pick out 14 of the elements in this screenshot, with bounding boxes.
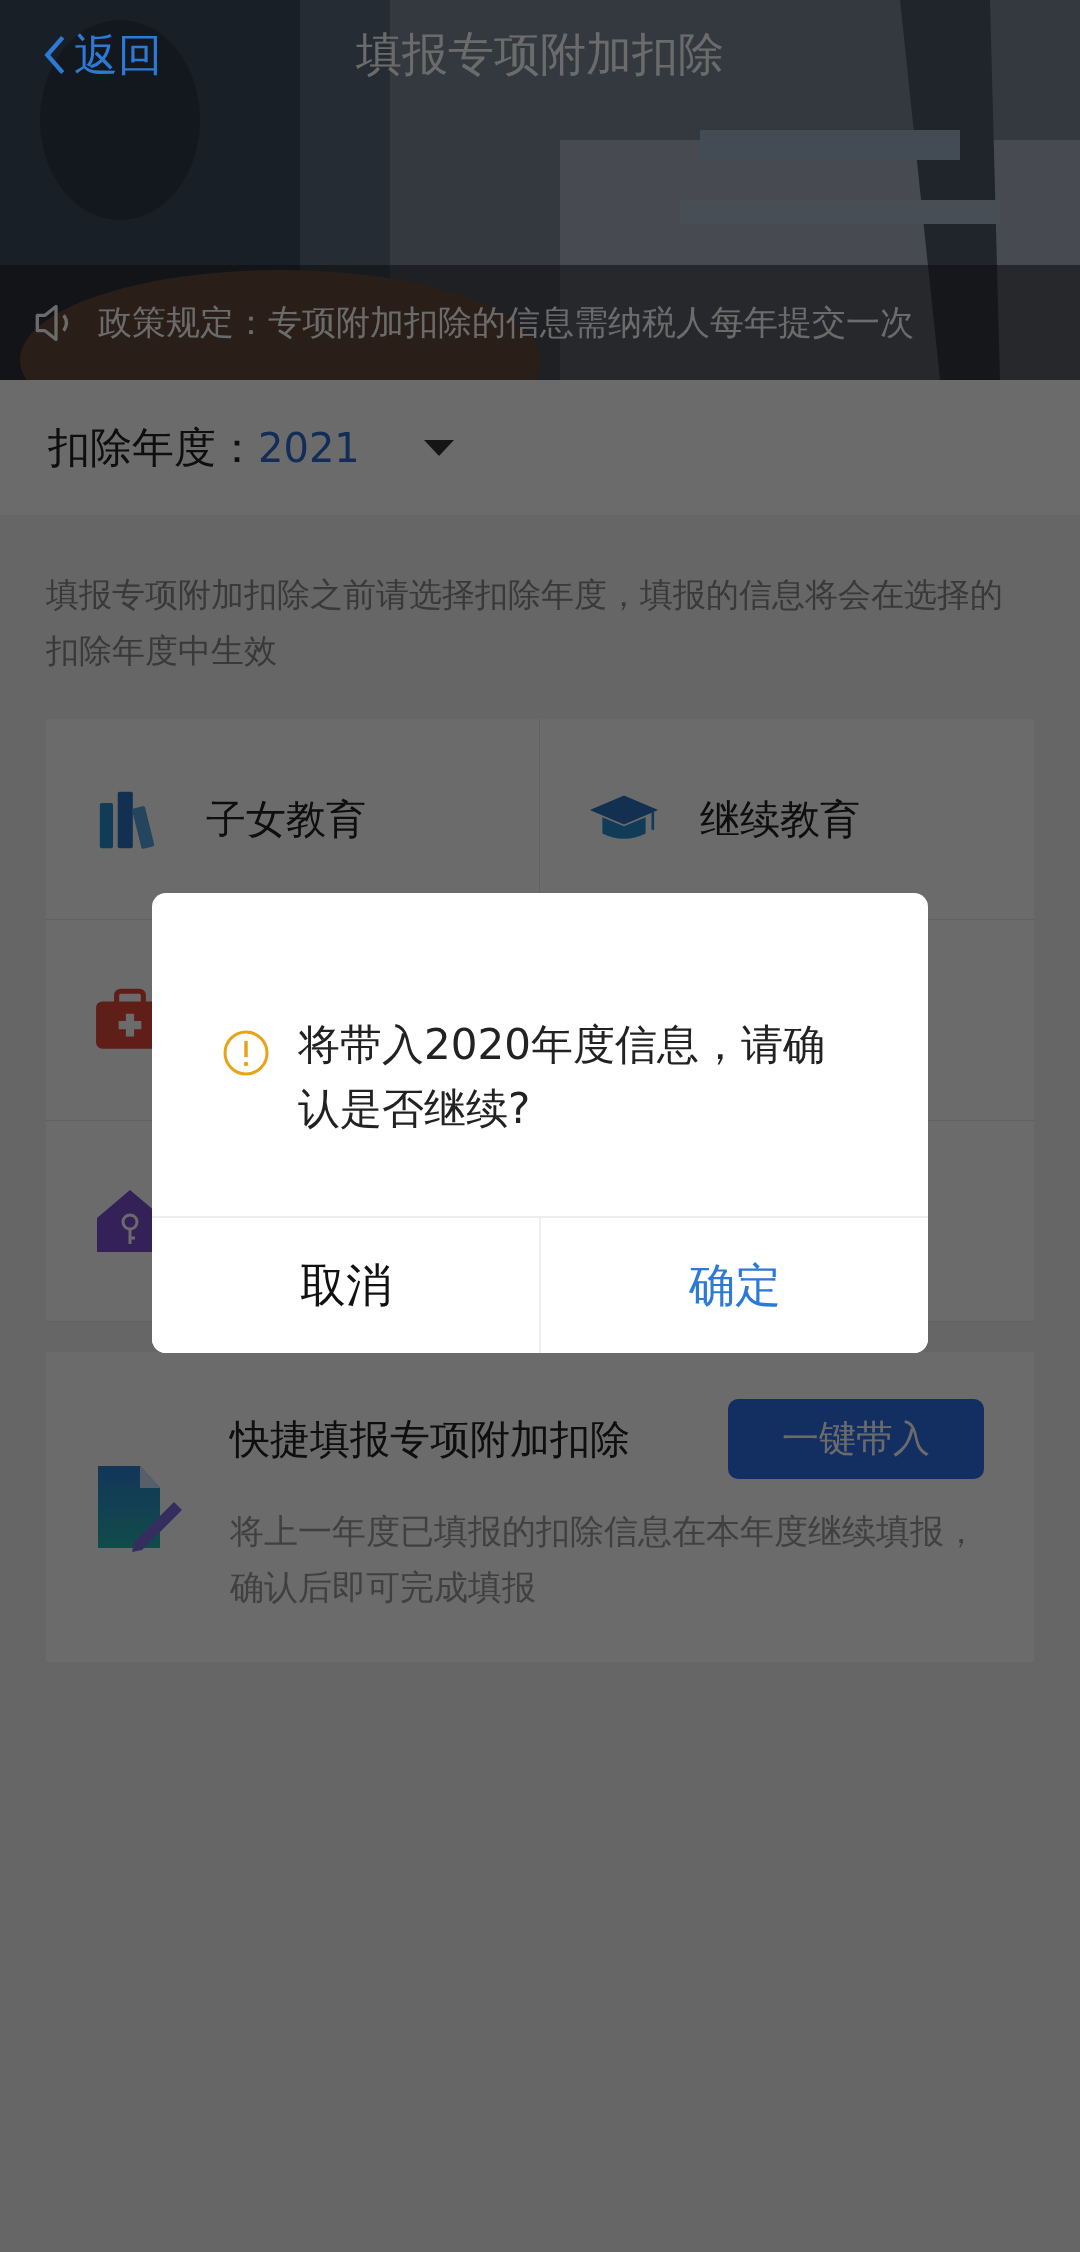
dialog-message: 将带入2020年度信息，请确认是否继续?: [298, 1019, 826, 1135]
confirm-button[interactable]: 确定: [539, 1218, 928, 1353]
dropdown-triangle-icon: [423, 439, 454, 456]
back-label[interactable]: 返回: [74, 25, 162, 85]
year-value: 2021: [258, 424, 360, 471]
back-chevron-icon: [44, 35, 66, 75]
quick-fill-title: 快捷填报专项附加扣除: [230, 1414, 630, 1464]
year-selector[interactable]: 扣除年度：2021: [0, 380, 1080, 515]
notice-text: 政策规定：专项附加扣除的信息需纳税人每年提交一次: [98, 300, 914, 344]
category-label[interactable]: 继续教育: [700, 791, 860, 847]
one-click-import-button[interactable]: 一键带入: [728, 1399, 984, 1479]
category-label[interactable]: 子女教育: [206, 791, 366, 847]
year-label: 扣除年度：: [48, 421, 258, 474]
warning-icon: [222, 1029, 270, 1077]
